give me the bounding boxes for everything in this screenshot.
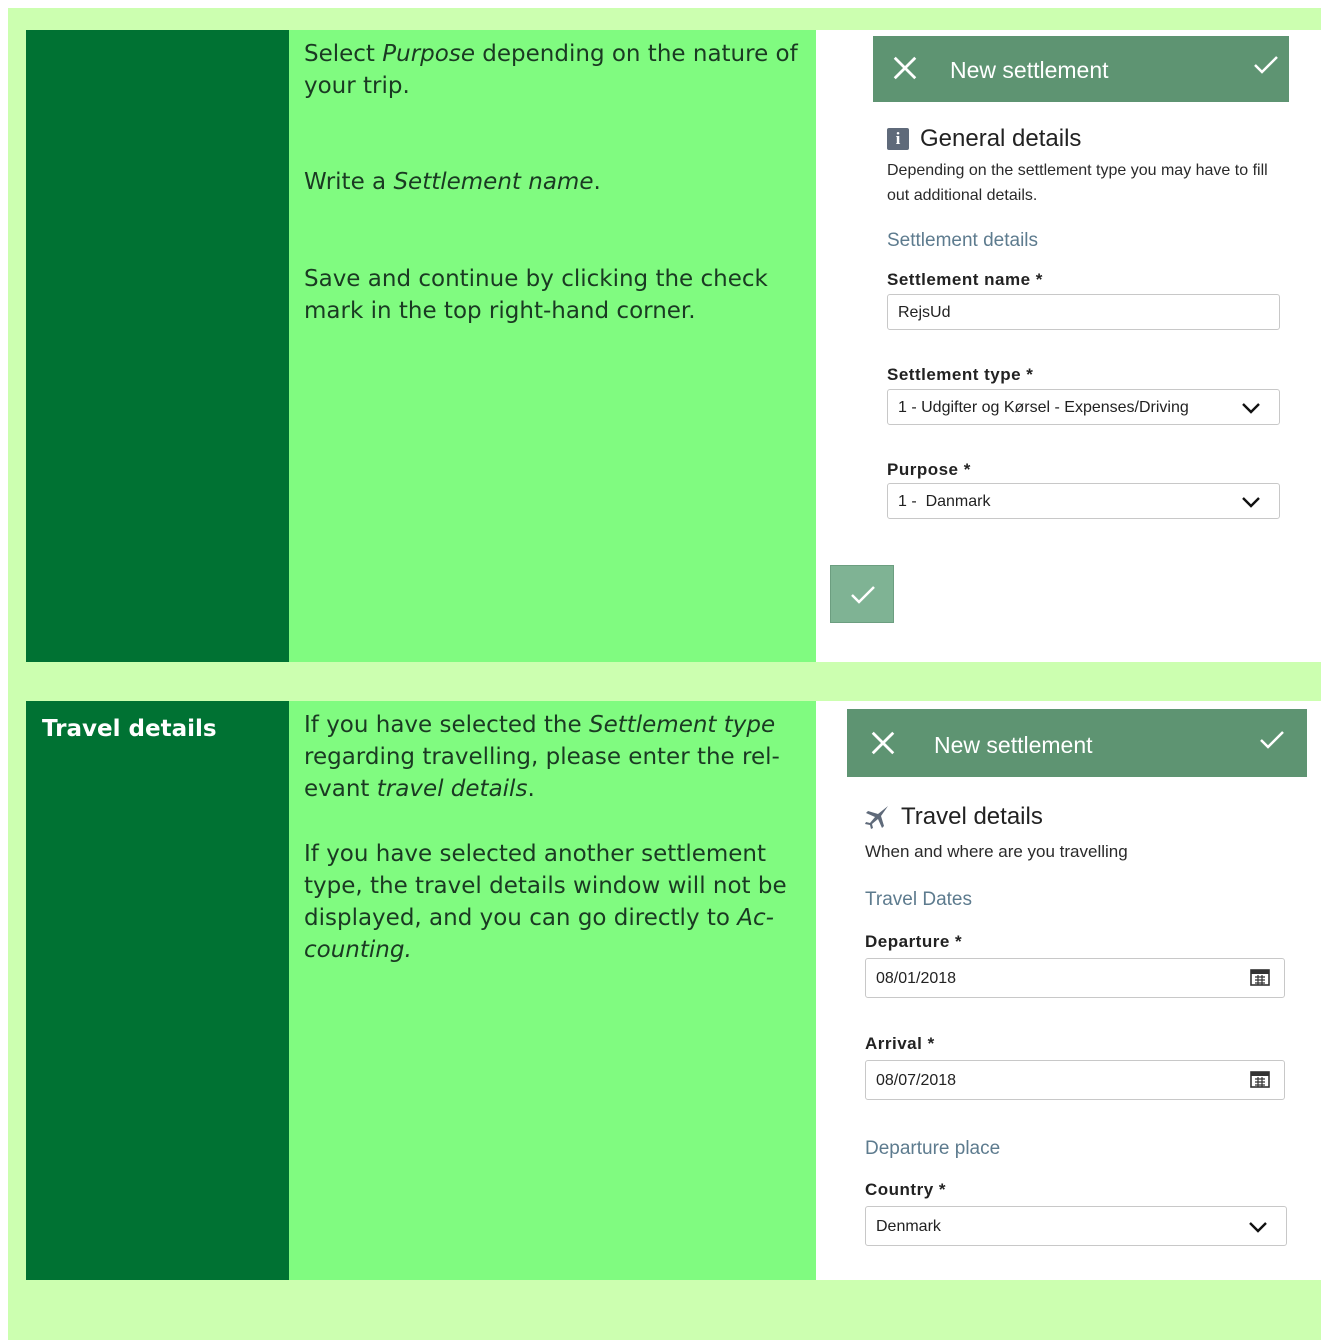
check-icon xyxy=(851,586,875,604)
departure-label: Departure * xyxy=(865,932,963,951)
chevron-down-icon xyxy=(1249,1222,1267,1233)
row2-label-column: Travel details xyxy=(26,701,289,1280)
instruction-other-type: If you have selected another settlement … xyxy=(304,841,787,963)
row1-label-column xyxy=(26,30,289,662)
row2-label: Travel details xyxy=(42,716,217,742)
calendar-icon[interactable] xyxy=(1250,968,1270,986)
settlement-type-select[interactable]: 1 - Udgifter og Kørsel - Expenses/Drivin… xyxy=(887,389,1280,425)
arrival-date-field[interactable]: 08/07/2018 xyxy=(865,1060,1285,1100)
app-header: New settlement xyxy=(847,709,1307,777)
section-description: When and where are you travelling xyxy=(865,842,1128,861)
instruction-save: Save and continue by clicking the check … xyxy=(304,266,768,324)
section-title: Travel details xyxy=(901,803,1043,830)
sub-heading: Settlement details xyxy=(887,230,1039,251)
app-header: New settlement xyxy=(873,36,1289,102)
settlement-type-value: 1 - Udgifter og Kørsel - Expenses/Drivin… xyxy=(898,399,1189,416)
purpose-value: 1 - Danmark xyxy=(898,493,991,510)
country-value: Denmark xyxy=(876,1218,941,1235)
instruction-purpose: Select Purpose depending on the nature o… xyxy=(304,41,798,99)
header-title: New settlement xyxy=(950,57,1109,83)
country-select[interactable]: Denmark xyxy=(865,1206,1287,1246)
settlement-name-field[interactable]: RejsUd xyxy=(887,294,1280,330)
save-check-button[interactable] xyxy=(830,565,894,623)
settlement-name-label: Settlement name * xyxy=(887,270,1043,289)
chevron-down-icon xyxy=(1242,497,1260,508)
row2-instructions: If you have selected the Settlement type… xyxy=(289,701,816,1280)
close-icon[interactable] xyxy=(869,729,897,757)
check-icon[interactable] xyxy=(1259,729,1285,751)
info-icon: i xyxy=(887,128,909,150)
section-description: Depending on the settlement type you may… xyxy=(887,162,1268,204)
calendar-icon[interactable] xyxy=(1250,1070,1270,1088)
plane-icon xyxy=(865,806,888,829)
sub-heading-departure-place: Departure place xyxy=(865,1138,1001,1159)
row1-app-screenshot: New settlement i General details Dependi… xyxy=(816,30,1321,662)
purpose-label: Purpose * xyxy=(887,460,971,479)
check-icon[interactable] xyxy=(1253,54,1279,76)
header-title: New settlement xyxy=(934,732,1093,758)
settlement-name-value: RejsUd xyxy=(898,304,951,321)
country-label: Country * xyxy=(865,1180,946,1199)
arrival-label: Arrival * xyxy=(865,1034,935,1053)
instruction-settlement-name: Write a Settlement name. xyxy=(304,169,601,195)
departure-date-field[interactable]: 08/01/2018 xyxy=(865,958,1285,998)
arrival-date-value: 08/07/2018 xyxy=(876,1072,957,1089)
departure-date-value: 08/01/2018 xyxy=(876,970,957,987)
close-icon[interactable] xyxy=(891,54,919,82)
row1-instructions: Select Purpose depending on the nature o… xyxy=(289,30,816,662)
settlement-type-label: Settlement type * xyxy=(887,365,1034,384)
purpose-select[interactable]: 1 - Danmark xyxy=(887,483,1280,519)
row2-app-screenshot: New settlement Travel details When and w… xyxy=(816,701,1321,1280)
instruction-travel-details: If you have selected the Settlement type… xyxy=(304,712,780,802)
chevron-down-icon xyxy=(1242,403,1260,414)
section-title: General details xyxy=(920,125,1082,152)
sub-heading-travel-dates: Travel Dates xyxy=(865,889,972,910)
